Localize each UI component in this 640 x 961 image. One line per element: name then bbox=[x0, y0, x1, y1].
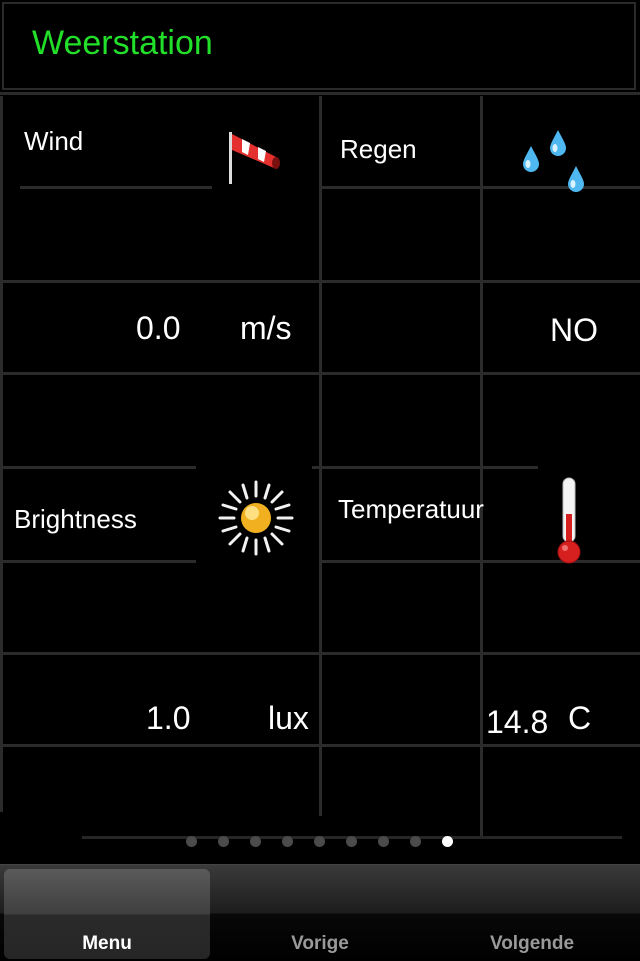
page-dot[interactable] bbox=[378, 836, 389, 847]
brightness-unit: lux bbox=[268, 700, 309, 736]
rain-value: NO bbox=[550, 312, 598, 348]
grid-divider bbox=[0, 744, 640, 747]
tab-menu-label: Menu bbox=[82, 933, 132, 954]
grid-divider bbox=[0, 372, 640, 375]
tab-next-label: Volgende bbox=[489, 933, 575, 954]
windsock-icon bbox=[214, 114, 290, 195]
tab-next[interactable]: Volgende bbox=[429, 869, 635, 959]
grid-divider bbox=[20, 186, 212, 189]
sensor-grid: Wind 0.0 m/s Regen NO Brightness 1.0 lux… bbox=[0, 92, 640, 836]
raindrops-icon bbox=[510, 122, 590, 207]
page-dot[interactable] bbox=[250, 836, 261, 847]
page-dot[interactable] bbox=[186, 836, 197, 847]
grid-divider bbox=[0, 652, 640, 655]
brightness-label: Brightness bbox=[14, 504, 137, 534]
grid-divider bbox=[322, 186, 640, 189]
temperature-value: 14.8 bbox=[486, 704, 549, 740]
page-dot[interactable] bbox=[282, 836, 293, 847]
wind-unit: m/s bbox=[240, 310, 292, 346]
grid-divider bbox=[0, 280, 640, 283]
grid-divider bbox=[0, 92, 640, 95]
title-bar: Weerstation bbox=[2, 2, 636, 90]
grid-divider bbox=[322, 560, 640, 563]
temperature-unit: C bbox=[568, 700, 592, 736]
tab-menu[interactable]: Menu bbox=[4, 869, 210, 959]
brightness-value: 1.0 bbox=[146, 700, 191, 736]
rain-label: Regen bbox=[340, 134, 417, 164]
tab-bar: Menu Vorige Volgende bbox=[0, 864, 640, 961]
temperature-label: Temperatuur bbox=[338, 494, 484, 524]
grid-divider bbox=[0, 96, 3, 812]
app-title: Weerstation bbox=[32, 24, 213, 62]
wind-label: Wind bbox=[24, 126, 84, 156]
grid-divider bbox=[312, 466, 538, 469]
page-dot[interactable] bbox=[442, 836, 453, 847]
page-dot[interactable] bbox=[346, 836, 357, 847]
grid-divider bbox=[319, 96, 322, 816]
page-dot[interactable] bbox=[410, 836, 421, 847]
grid-divider bbox=[0, 560, 196, 563]
page-dot[interactable] bbox=[218, 836, 229, 847]
wind-value: 0.0 bbox=[136, 310, 181, 346]
tab-previous[interactable]: Vorige bbox=[217, 869, 423, 959]
sun-icon bbox=[216, 478, 296, 563]
page-indicator[interactable] bbox=[0, 832, 640, 852]
page-dot[interactable] bbox=[314, 836, 325, 847]
tab-previous-label: Vorige bbox=[291, 933, 349, 954]
grid-divider bbox=[0, 466, 196, 469]
thermometer-icon bbox=[546, 474, 592, 571]
